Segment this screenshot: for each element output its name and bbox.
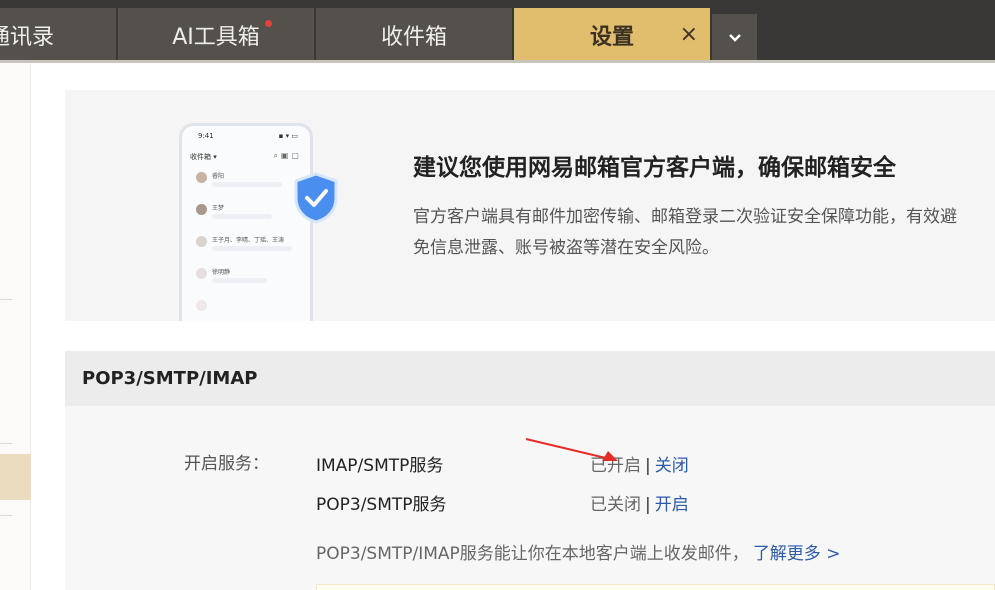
avatar — [196, 236, 207, 247]
phone-mail-row — [190, 298, 305, 321]
pop3-service-state: 已关闭 | 开启 — [590, 490, 689, 515]
pop3-enable-link[interactable]: 开启 — [655, 495, 689, 515]
phone-status-icons: ▪ ▾ ▭ — [278, 132, 298, 140]
phone-row-sender: 王子月、李晴、丁瑶、王涛 — [212, 237, 285, 244]
phone-time: 9:41 — [198, 132, 214, 140]
learn-more-link[interactable]: 了解更多 > — [753, 544, 841, 564]
notice-box — [316, 584, 995, 590]
phone-header-icons: ⌕▣▢ — [273, 151, 302, 160]
imap-close-link[interactable]: 关闭 — [655, 456, 689, 476]
client-recommend-banner: 9:41 ▪ ▾ ▭ 收件箱 ▾ ⌕▣▢ 睿阳 王梦 王子月、李晴、丁瑶、王涛 — [65, 90, 995, 321]
tab-ai-toolbox-label: AI工具箱 — [172, 25, 260, 50]
left-sidebar — [0, 63, 31, 590]
phone-row-preview — [212, 278, 267, 283]
banner-description: 官方客户端具有邮件加密传输、邮箱登录二次验证安全保障功能，有效避免信息泄露、账号… — [413, 207, 957, 258]
open-service-label: 开启服务： — [184, 454, 269, 474]
pop3-status: 已关闭 — [590, 495, 641, 515]
phone-row-sender: 睿阳 — [212, 173, 225, 180]
phone-row-preview — [212, 246, 292, 251]
phone-row-preview — [212, 182, 282, 187]
separator: | — [645, 456, 651, 476]
avatar — [196, 268, 207, 279]
tab-inbox[interactable]: 收件箱 — [316, 8, 512, 62]
tab-contacts[interactable]: 通讯录 — [0, 8, 116, 62]
section-title: POP3/SMTP/IMAP — [82, 368, 258, 389]
tab-bar: 通讯录 AI工具箱 收件箱 设置 × — [0, 0, 995, 63]
tab-settings[interactable]: 设置 × — [514, 8, 710, 62]
tab-ai-toolbox[interactable]: AI工具箱 — [118, 8, 314, 62]
imap-service-name: IMAP/SMTP服务 — [316, 456, 444, 476]
tab-inbox-label: 收件箱 — [380, 25, 447, 50]
tab-settings-label: 设置 — [589, 25, 634, 50]
phone-row-preview — [212, 214, 272, 219]
pop3-section-body: 开启服务： IMAP/SMTP服务 已开启 | 关闭 POP3/SMTP服务 已关闭… — [65, 406, 995, 590]
sidebar-divider — [0, 515, 12, 516]
shield-check-icon — [294, 172, 338, 224]
sidebar-divider — [0, 443, 12, 444]
settings-main: 9:41 ▪ ▾ ▭ 收件箱 ▾ ⌕▣▢ 睿阳 王梦 王子月、李晴、丁瑶、王涛 — [31, 63, 995, 590]
banner-title: 建议您使用网易邮箱官方客户端，确保邮箱安全 — [413, 155, 896, 181]
red-arrow-annotation — [525, 438, 618, 461]
tab-contacts-label: 通讯录 — [0, 25, 55, 50]
phone-row-sender: 王梦 — [212, 205, 225, 212]
sidebar-divider — [0, 299, 12, 300]
phone-header: 收件箱 ▾ — [190, 153, 217, 161]
separator: | — [645, 495, 651, 515]
phone-mail-row: 徐明静 — [190, 266, 305, 296]
notification-dot — [265, 20, 272, 27]
phone-row-sender: 徐明静 — [212, 269, 231, 276]
phone-mail-row: 王梦 — [190, 202, 305, 232]
service-note: POP3/SMTP/IMAP服务能让你在本地客户端上收发邮件， 了解更多 > — [316, 539, 840, 564]
chevron-down-icon — [728, 34, 741, 42]
phone-mail-row: 王子月、李晴、丁瑶、王涛 — [190, 234, 305, 264]
pop3-service-name: POP3/SMTP服务 — [316, 495, 447, 515]
phone-mail-row: 睿阳 — [190, 170, 305, 200]
avatar — [196, 172, 207, 183]
avatar — [196, 204, 207, 215]
pop3-section-header: POP3/SMTP/IMAP — [65, 351, 995, 406]
service-note-text: POP3/SMTP/IMAP服务能让你在本地客户端上收发邮件， — [316, 544, 749, 564]
tab-more-button[interactable] — [712, 14, 757, 62]
close-icon[interactable]: × — [680, 22, 698, 47]
avatar — [196, 300, 207, 311]
sidebar-item-active[interactable] — [0, 454, 31, 500]
